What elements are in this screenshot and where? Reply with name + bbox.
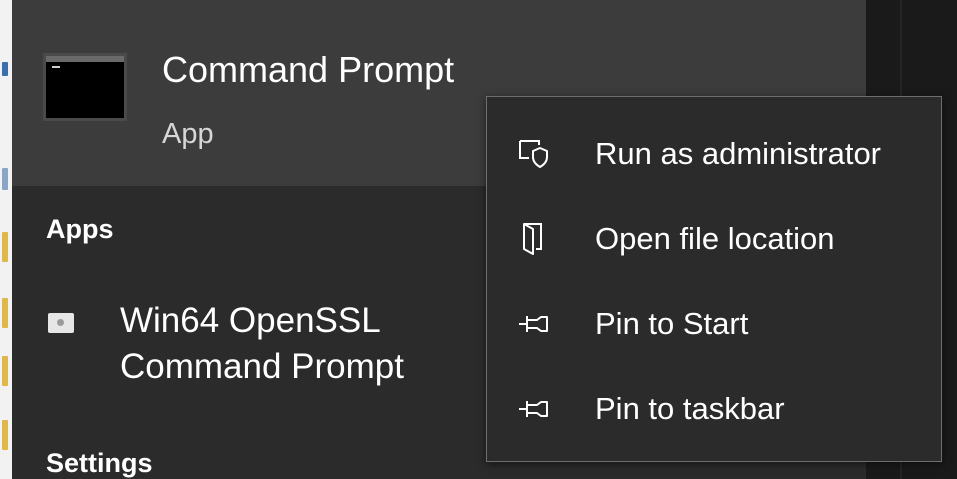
window-edge-mark (2, 298, 8, 328)
window-edge-mark (2, 62, 8, 76)
context-menu: Run as administrator Open file location … (486, 96, 942, 462)
folder-open-icon (517, 221, 551, 257)
menu-item-pin-to-start[interactable]: Pin to Start (487, 282, 941, 366)
menu-item-open-file-location[interactable]: Open file location (487, 197, 941, 281)
best-match-type: App (162, 118, 214, 150)
best-match-title: Command Prompt (162, 49, 455, 90)
window-edge-mark (2, 232, 8, 262)
pin-icon (517, 306, 551, 342)
menu-item-pin-to-taskbar[interactable]: Pin to taskbar (487, 367, 941, 451)
window-edge-mark (2, 356, 8, 386)
menu-item-run-as-administrator[interactable]: Run as administrator (487, 112, 941, 196)
pin-icon (517, 391, 551, 427)
command-prompt-icon (43, 53, 127, 121)
menu-item-label: Pin to Start (595, 306, 749, 341)
menu-item-label: Run as administrator (595, 136, 882, 171)
menu-item-label: Open file location (595, 221, 835, 256)
shield-icon (517, 136, 551, 172)
menu-item-label: Pin to taskbar (595, 391, 785, 426)
settings-section-header: Settings (46, 448, 153, 478)
window-edge-mark (2, 420, 8, 450)
openssl-app-icon (48, 313, 74, 333)
start-search-screen: Command Prompt App Apps Win64 OpenSSL Co… (0, 0, 957, 479)
list-item-label: Win64 OpenSSL Command Prompt (120, 301, 404, 386)
apps-section-header: Apps (46, 214, 114, 244)
window-edge-mark (2, 168, 8, 190)
list-item-openssl[interactable]: Win64 OpenSSL Command Prompt (12, 286, 486, 406)
